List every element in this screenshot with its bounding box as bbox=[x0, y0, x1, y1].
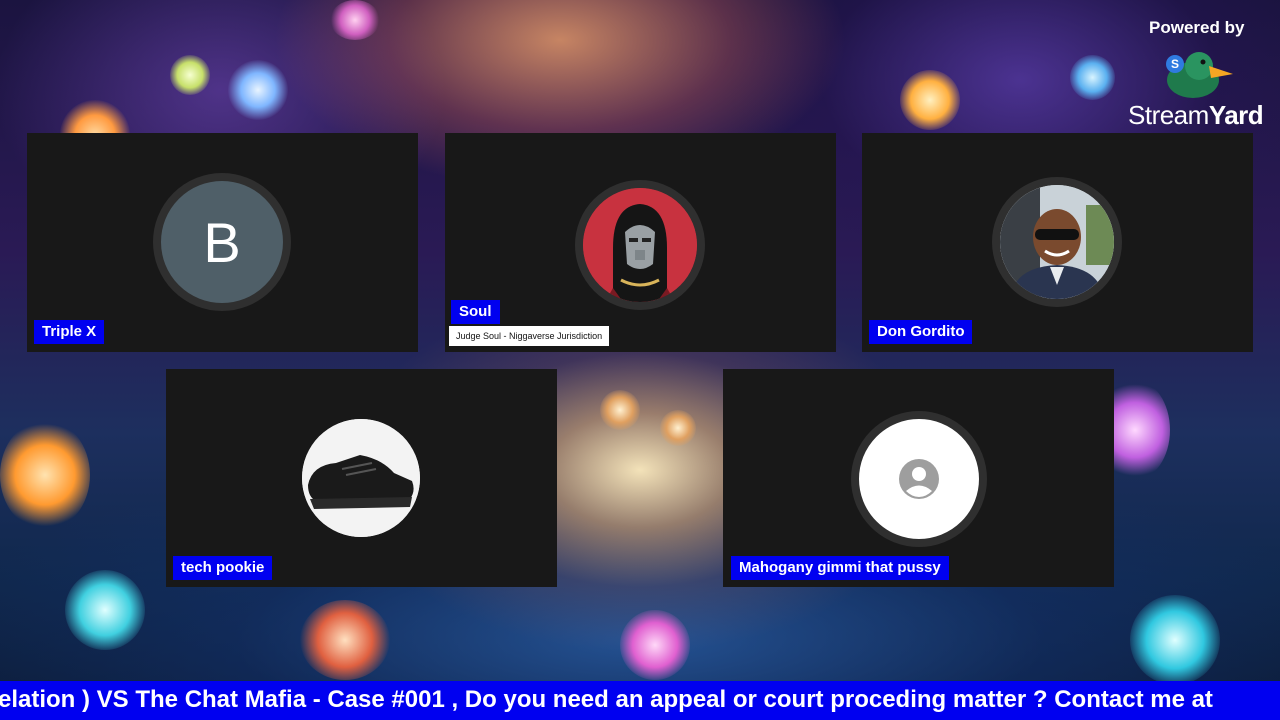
avatar-initial-letter: B bbox=[203, 210, 241, 274]
participant-tile-triple-x[interactable]: B Triple X bbox=[27, 133, 418, 352]
participant-name-tag: tech pookie bbox=[173, 556, 273, 580]
participant-name-tag: Mahogany gimmi that pussy bbox=[731, 556, 949, 580]
participant-tile-tech-pookie[interactable]: tech pookie bbox=[166, 369, 557, 587]
ticker-banner: elation ) VS The Chat Mafia - Case #001 … bbox=[0, 681, 1280, 720]
masked-figure-avatar bbox=[575, 180, 705, 310]
logo-word-stream: Stream bbox=[1128, 100, 1209, 130]
person-photo-avatar bbox=[992, 177, 1122, 307]
participant-name-tag: Triple X bbox=[34, 320, 105, 344]
streamyard-logo: StreamYard bbox=[1128, 100, 1264, 130]
participant-name-tag: Soul bbox=[451, 300, 500, 324]
logo-word-yard: Yard bbox=[1208, 100, 1264, 130]
sneaker-photo-avatar bbox=[302, 419, 420, 537]
participant-tile-soul[interactable]: Soul Judge Soul - Niggaverse Jurisdictio… bbox=[445, 133, 836, 352]
masked-figure-icon bbox=[583, 188, 697, 302]
avatar-initial: B bbox=[153, 173, 291, 311]
streamyard-badge-letter: S bbox=[1171, 57, 1180, 71]
person-photo-icon bbox=[1000, 185, 1114, 299]
streamyard-duck-icon bbox=[1163, 46, 1235, 102]
default-user-avatar bbox=[851, 411, 987, 547]
user-icon bbox=[899, 459, 939, 499]
participant-tile-don-gordito[interactable]: Don Gordito bbox=[862, 133, 1253, 352]
participant-name-tag: Don Gordito bbox=[869, 320, 973, 344]
powered-by-label: Powered by bbox=[1149, 18, 1245, 37]
participant-tile-mahogany[interactable]: Mahogany gimmi that pussy bbox=[723, 369, 1114, 587]
sneaker-icon bbox=[302, 419, 420, 537]
ticker-text: elation ) VS The Chat Mafia - Case #001 … bbox=[0, 686, 1213, 713]
participant-subtitle-tag: Judge Soul - Niggaverse Jurisdiction bbox=[449, 326, 610, 346]
